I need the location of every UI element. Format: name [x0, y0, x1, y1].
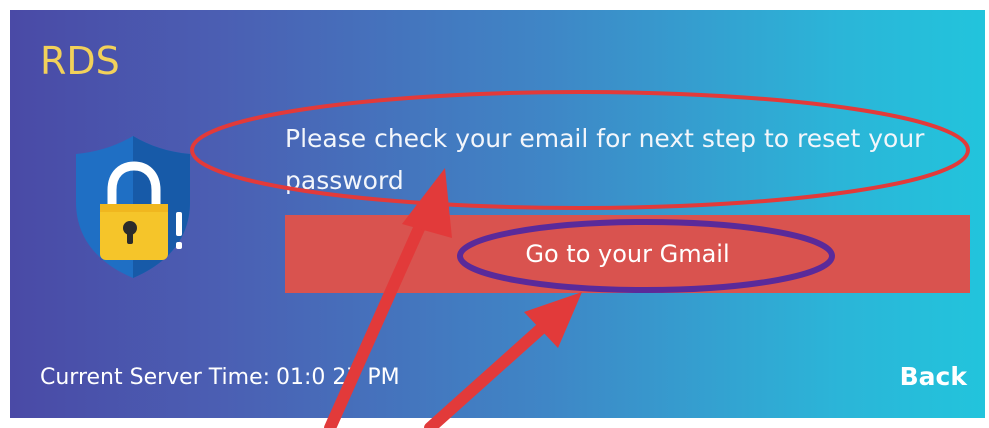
back-link[interactable]: Back	[900, 362, 967, 391]
server-time-label: Current Server Time:	[40, 365, 271, 390]
server-time: Current Server Time: 01:0 27 PM	[40, 365, 400, 390]
screenshot-frame: RDS Please check your email for next ste…	[0, 0, 989, 428]
shield-lock-icon	[68, 132, 198, 282]
brand-title: RDS	[40, 39, 120, 83]
server-time-value: 01:0 27 PM	[276, 365, 400, 390]
go-to-gmail-label: Go to your Gmail	[525, 240, 730, 268]
go-to-gmail-button[interactable]: Go to your Gmail	[285, 215, 970, 293]
reset-message: Please check your email for next step to…	[285, 124, 925, 195]
reset-card: RDS Please check your email for next ste…	[10, 10, 985, 418]
